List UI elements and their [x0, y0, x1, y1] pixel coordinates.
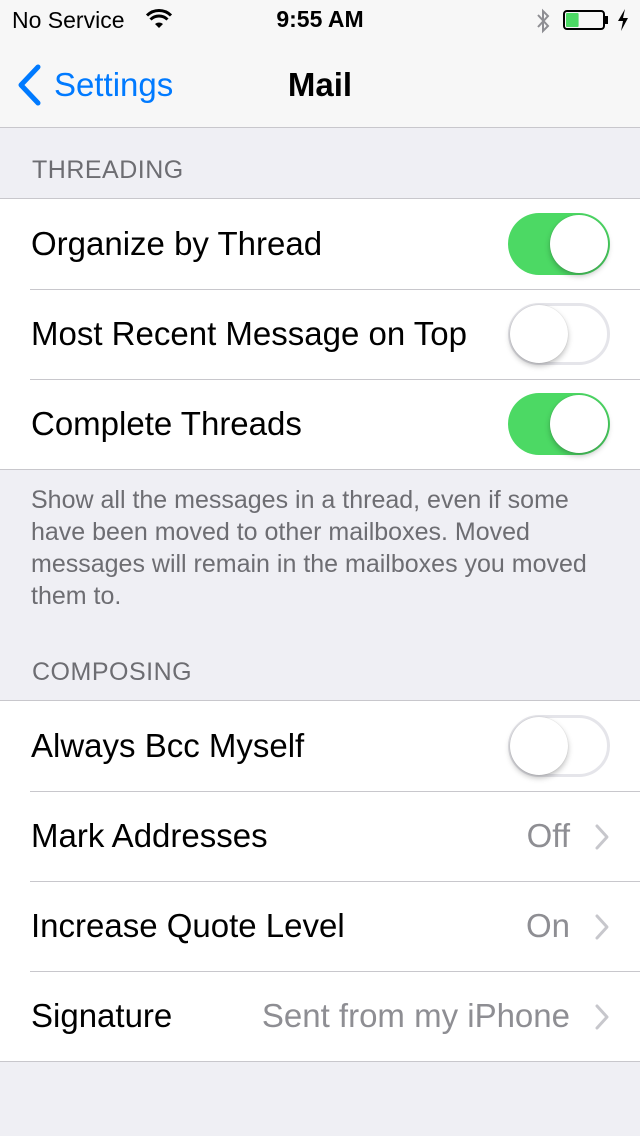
section-header-composing: COMPOSING [32, 658, 193, 686]
organize-by-thread-toggle[interactable] [508, 213, 610, 275]
row-label: Increase Quote Level [31, 907, 345, 944]
row-label: Complete Threads [31, 405, 302, 442]
battery-icon [563, 10, 608, 30]
row-value: Sent from my iPhone [261, 997, 570, 1034]
increase-quote-level-row[interactable]: Increase Quote Level On [0, 881, 640, 971]
threading-group: Organize by Thread Most Recent Message o… [0, 198, 640, 470]
threading-footer-note: Show all the messages in a thread, even … [31, 486, 587, 610]
complete-threads-row: Complete Threads [0, 379, 640, 469]
composing-group: Always Bcc Myself Mark Addresses Off Inc… [0, 700, 640, 1062]
battery-level-fill [566, 13, 579, 27]
row-label: Organize by Thread [31, 225, 323, 262]
row-label: Signature [31, 997, 173, 1034]
row-value: Off [526, 817, 570, 854]
toggle-knob [510, 717, 568, 775]
chevron-right-icon [595, 914, 609, 940]
page-title: Mail [287, 66, 353, 103]
toggle-knob [550, 215, 608, 273]
always-bcc-myself-toggle[interactable] [508, 715, 610, 777]
section-header-threading: THREADING [32, 156, 184, 184]
toggle-knob [550, 395, 608, 453]
row-label: Always Bcc Myself [31, 727, 305, 764]
organize-by-thread-row: Organize by Thread [0, 199, 640, 289]
row-value: On [525, 907, 570, 944]
charging-bolt-icon [618, 9, 628, 31]
top-bar: No Service 9:55 AM Settings Mail [0, 0, 640, 128]
most-recent-on-top-row: Most Recent Message on Top [0, 289, 640, 379]
row-label: Mark Addresses [31, 817, 268, 854]
chevron-right-icon [595, 1004, 609, 1030]
row-label: Most Recent Message on Top [31, 315, 467, 352]
always-bcc-myself-row: Always Bcc Myself [0, 701, 640, 791]
toggle-knob [510, 305, 568, 363]
chevron-right-icon [595, 824, 609, 850]
mark-addresses-row[interactable]: Mark Addresses Off [0, 791, 640, 881]
most-recent-on-top-toggle[interactable] [508, 303, 610, 365]
status-bar: No Service 9:55 AM [0, 0, 640, 40]
signature-row[interactable]: Signature Sent from my iPhone [0, 971, 640, 1061]
complete-threads-toggle[interactable] [508, 393, 610, 455]
bluetooth-icon [537, 8, 550, 34]
